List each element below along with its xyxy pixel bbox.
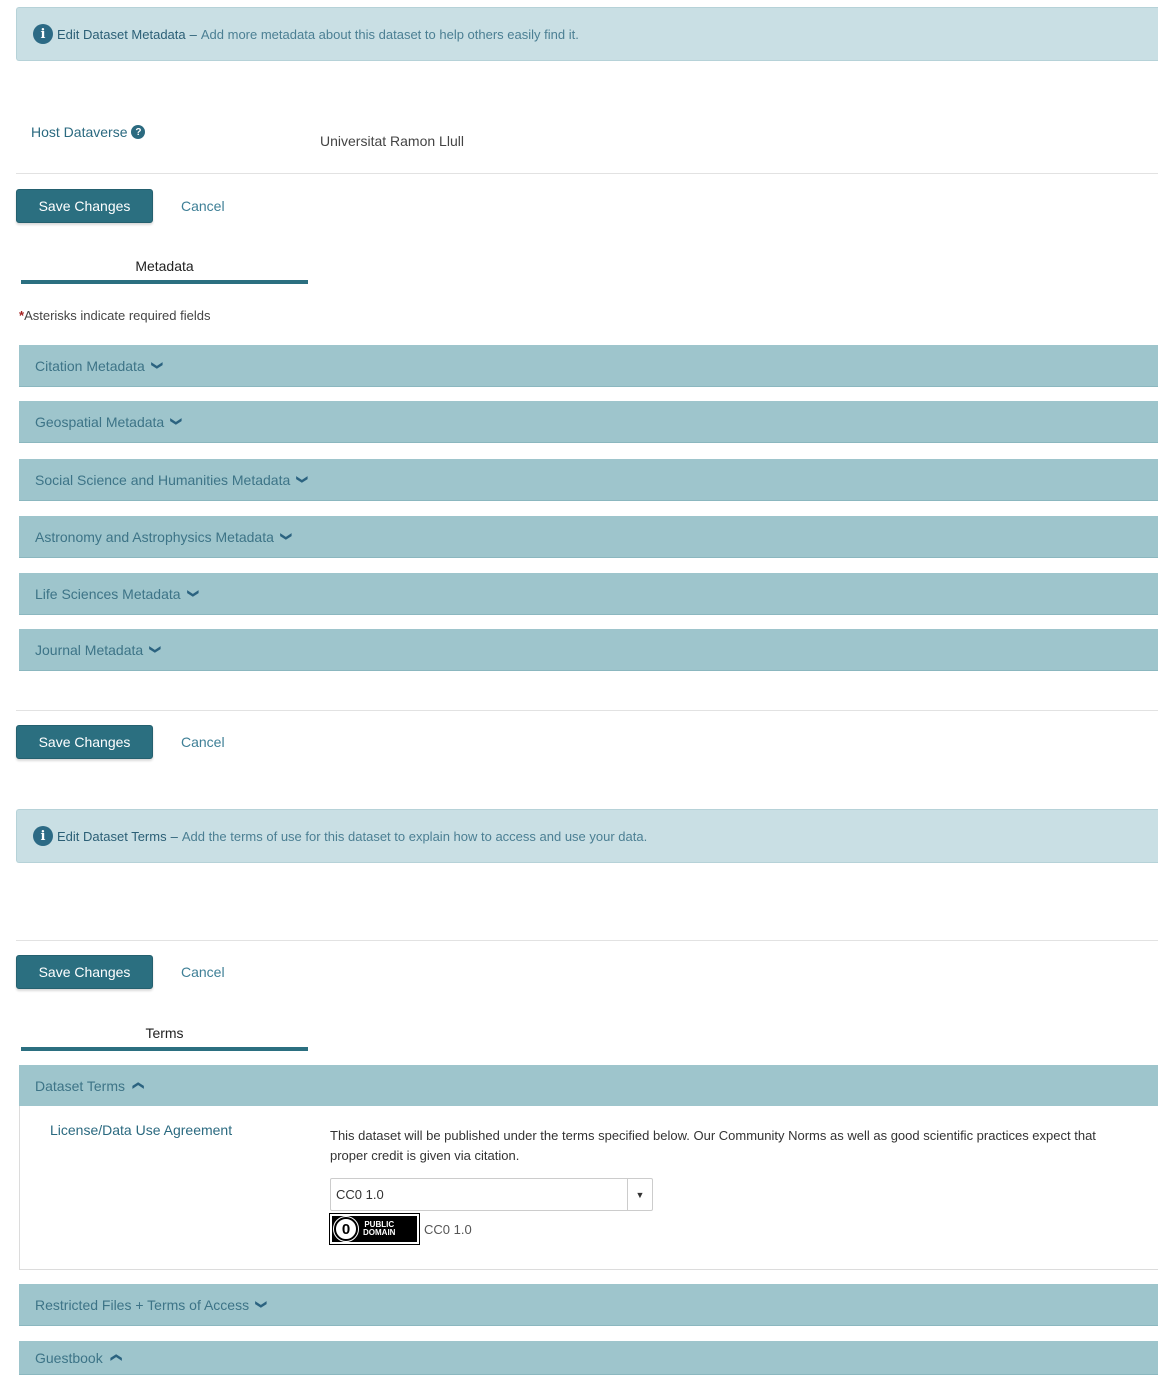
license-name: CC0 1.0 [424, 1221, 472, 1237]
accordion-label: Journal Metadata [35, 641, 144, 658]
banner-text: Add the terms of use for this dataset to… [181, 828, 648, 844]
cancel-button[interactable]: Cancel [181, 198, 225, 214]
public-domain-badge: 0 PUBLIC DOMAIN [329, 1213, 420, 1245]
license-description: This dataset will be published under the… [330, 1128, 1096, 1163]
info-icon: i [33, 24, 53, 44]
accordion-label: Astronomy and Astrophysics Metadata [35, 528, 274, 545]
accordion-label: Geospatial Metadata [35, 413, 165, 430]
tab-terms[interactable]: Terms [21, 1017, 308, 1051]
edit-dataset-page: i Edit Dataset Metadata – Add more metad… [0, 0, 1158, 1375]
chevron-down-icon: ❯ [150, 360, 163, 371]
chevron-down-icon: ❯ [255, 1299, 268, 1310]
accordion-label: Social Science and Humanities Metadata [35, 471, 291, 488]
license-select[interactable]: CC0 1.0 ▼ [330, 1178, 653, 1211]
accordion-label: Guestbook [35, 1349, 103, 1366]
divider [16, 710, 1158, 711]
license-select-value: CC0 1.0 [336, 1187, 384, 1202]
accordion-guestbook[interactable]: Guestbook ❯ [19, 1341, 1158, 1375]
accordion-citation-metadata[interactable]: Citation Metadata ❯ [19, 345, 1158, 387]
save-changes-button[interactable]: Save Changes [16, 955, 153, 989]
banner-title: Edit Dataset Metadata [57, 26, 186, 42]
accordion-journal-metadata[interactable]: Journal Metadata ❯ [19, 629, 1158, 671]
cc-zero-icon: 0 [333, 1216, 359, 1242]
chevron-down-icon: ❯ [280, 531, 293, 542]
host-dataverse-row: Host Dataverse ? Universitat Ramon Llull [16, 108, 1158, 174]
banner-title: Edit Dataset Terms [57, 828, 167, 844]
action-buttons-top: Save Changes Cancel [16, 189, 225, 223]
accordion-label: Dataset Terms [35, 1077, 125, 1094]
host-dataverse-value: Universitat Ramon Llull [320, 133, 464, 149]
edit-metadata-banner: i Edit Dataset Metadata – Add more metad… [16, 7, 1158, 61]
banner-dash: – [189, 26, 197, 42]
tab-metadata[interactable]: Metadata [21, 250, 308, 284]
license-label: License/Data Use Agreement [50, 1122, 233, 1138]
accordion-restricted-files[interactable]: Restricted Files + Terms of Access ❯ [19, 1284, 1158, 1326]
banner-text: Add more metadata about this dataset to … [200, 26, 579, 42]
required-note-text: Asterisks indicate required fields [24, 308, 211, 323]
edit-terms-banner: i Edit Dataset Terms – Add the terms of … [16, 809, 1158, 863]
dataset-terms-panel: License/Data Use Agreement This dataset … [19, 1106, 1158, 1270]
caret-down-icon[interactable]: ▼ [627, 1179, 652, 1210]
host-dataverse-label: Host Dataverse ? [31, 124, 146, 140]
accordion-geospatial-metadata[interactable]: Geospatial Metadata ❯ [19, 401, 1158, 443]
public-domain-text: PUBLIC DOMAIN [363, 1221, 395, 1237]
banner-dash: – [170, 828, 178, 844]
info-icon: i [33, 826, 53, 846]
chevron-down-icon: ❯ [296, 474, 309, 485]
question-circle-icon[interactable]: ? [131, 125, 146, 139]
save-changes-button[interactable]: Save Changes [16, 725, 153, 759]
chevron-down-icon: ❯ [170, 416, 183, 427]
action-buttons-bottom: Save Changes Cancel [16, 955, 225, 989]
license-display: 0 PUBLIC DOMAIN CC0 1.0 [329, 1213, 472, 1245]
required-fields-note: *Asterisks indicate required fields [19, 308, 210, 323]
cancel-button[interactable]: Cancel [181, 964, 225, 980]
badge-line-2: DOMAIN [363, 1228, 396, 1237]
accordion-astronomy-metadata[interactable]: Astronomy and Astrophysics Metadata ❯ [19, 516, 1158, 558]
host-dataverse-label-text: Host Dataverse [31, 124, 128, 140]
chevron-down-icon: ❯ [149, 644, 162, 655]
accordion-dataset-terms[interactable]: Dataset Terms ❯ [19, 1065, 1158, 1107]
chevron-down-icon: ❯ [186, 588, 199, 599]
accordion-label: Restricted Files + Terms of Access [35, 1296, 250, 1313]
accordion-life-sciences-metadata[interactable]: Life Sciences Metadata ❯ [19, 573, 1158, 615]
accordion-label: Life Sciences Metadata [35, 585, 181, 602]
chevron-up-icon: ❯ [109, 1352, 122, 1363]
accordion-social-science-metadata[interactable]: Social Science and Humanities Metadata ❯ [19, 459, 1158, 501]
action-buttons-middle: Save Changes Cancel [16, 725, 225, 759]
accordion-label: Citation Metadata [35, 357, 145, 374]
cancel-button[interactable]: Cancel [181, 734, 225, 750]
chevron-up-icon: ❯ [132, 1080, 145, 1091]
save-changes-button[interactable]: Save Changes [16, 189, 153, 223]
divider [16, 940, 1158, 941]
